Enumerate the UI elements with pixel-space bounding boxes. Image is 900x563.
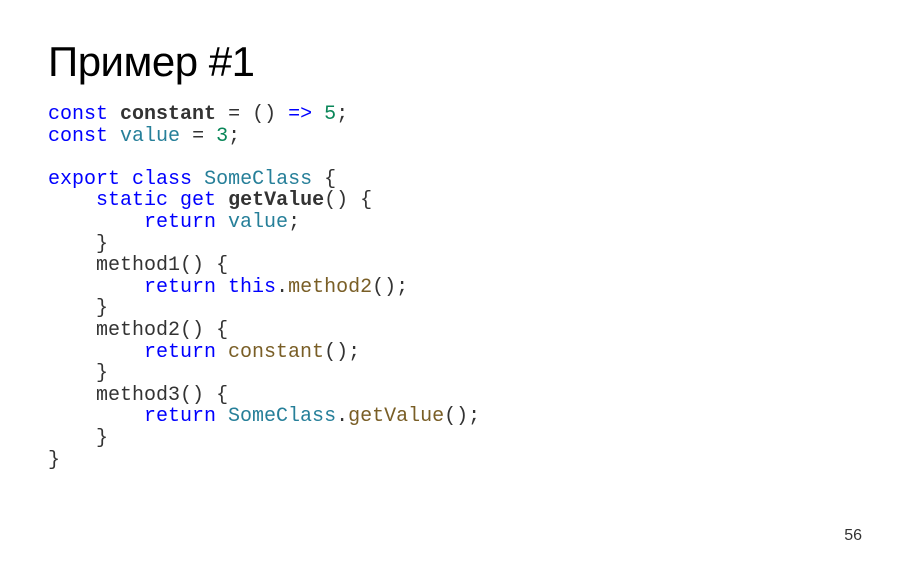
parens: () — [444, 405, 468, 428]
parens: () — [180, 254, 204, 277]
number-literal: 5 — [324, 103, 336, 126]
brace-close: } — [48, 449, 60, 472]
brace-open: { — [360, 189, 372, 212]
keyword-static: static — [96, 189, 168, 212]
keyword-return: return — [144, 211, 216, 234]
semicolon: ; — [468, 405, 480, 428]
semicolon: ; — [336, 103, 348, 126]
getter-call: getValue — [348, 405, 444, 428]
number-literal: 3 — [216, 125, 228, 148]
arrow-op: => — [288, 103, 312, 126]
dot: . — [336, 405, 348, 428]
method-name: method3 — [96, 384, 180, 407]
keyword-const: const — [48, 125, 108, 148]
declaration-name: constant — [120, 103, 216, 126]
operator-eq: = — [192, 125, 204, 148]
identifier: value — [228, 211, 288, 234]
semicolon: ; — [348, 341, 360, 364]
parens: () — [324, 341, 348, 364]
function-call: constant — [228, 341, 324, 364]
parens: () — [180, 319, 204, 342]
keyword-const: const — [48, 103, 108, 126]
method-name: method1 — [96, 254, 180, 277]
slide-container: Пример #1 const constant = () => 5; cons… — [0, 0, 900, 563]
slide-title: Пример #1 — [48, 38, 852, 86]
semicolon: ; — [228, 125, 240, 148]
getter-name: getValue — [228, 189, 324, 212]
brace-open: { — [324, 168, 336, 191]
brace-open: { — [216, 319, 228, 342]
paren-close: ) — [264, 103, 276, 126]
semicolon: ; — [396, 276, 408, 299]
code-block: const constant = () => 5; const value = … — [48, 104, 852, 471]
brace-close: } — [96, 362, 108, 385]
keyword-this: this — [228, 276, 276, 299]
class-ref: SomeClass — [228, 405, 336, 428]
brace-open: { — [216, 254, 228, 277]
keyword-get: get — [180, 189, 216, 212]
dot: . — [276, 276, 288, 299]
parens: () — [324, 189, 348, 212]
brace-close: } — [96, 297, 108, 320]
brace-close: } — [96, 427, 108, 450]
page-number: 56 — [844, 527, 862, 545]
keyword-return: return — [144, 276, 216, 299]
semicolon: ; — [288, 211, 300, 234]
keyword-export: export — [48, 168, 120, 191]
declaration-name: value — [120, 125, 180, 148]
brace-open: { — [216, 384, 228, 407]
keyword-return: return — [144, 341, 216, 364]
parens: () — [180, 384, 204, 407]
paren-open: ( — [252, 103, 264, 126]
class-name: SomeClass — [204, 168, 312, 191]
operator-eq: = — [228, 103, 240, 126]
brace-close: } — [96, 233, 108, 256]
keyword-class: class — [132, 168, 192, 191]
parens: () — [372, 276, 396, 299]
keyword-return: return — [144, 405, 216, 428]
method-call: method2 — [288, 276, 372, 299]
method-name: method2 — [96, 319, 180, 342]
